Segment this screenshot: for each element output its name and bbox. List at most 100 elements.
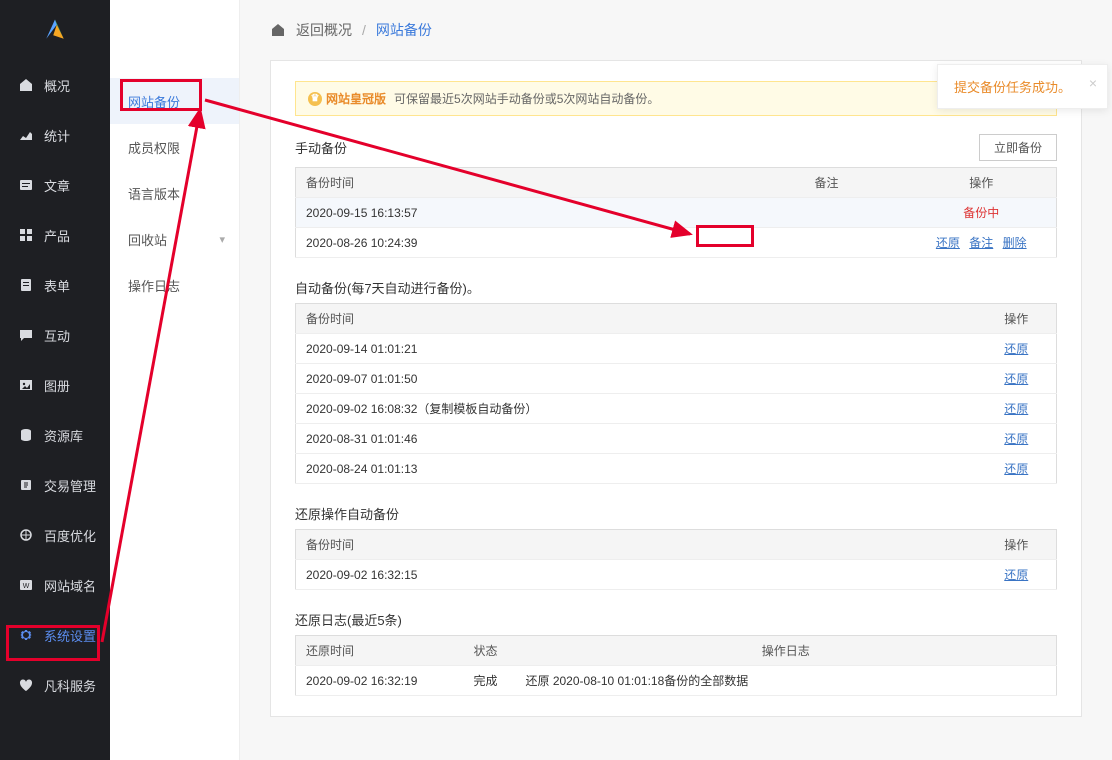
restore-link[interactable]: 还原 (1004, 402, 1028, 416)
subnav-oplog[interactable]: 操作日志 (110, 262, 239, 308)
nav-label: 资源库 (44, 426, 83, 445)
nav-interact[interactable]: 互动 (0, 310, 110, 360)
subnav-backup[interactable]: 网站备份 (110, 78, 239, 124)
article-icon (18, 177, 34, 193)
nav-label: 文章 (44, 176, 70, 195)
cell-time: 2020-09-14 01:01:21 (296, 334, 977, 364)
nav-form[interactable]: 表单 (0, 260, 110, 310)
breadcrumb: 返回概况 / 网站备份 (270, 20, 1082, 40)
cell-time: 2020-08-26 10:24:39 (296, 228, 747, 258)
nav-label: 统计 (44, 126, 70, 145)
backup-panel: ♛网站皇冠版 可保留最近5次网站手动备份或5次网站自动备份。 手动备份 立即备份… (270, 60, 1082, 717)
brand-logo-icon (41, 16, 69, 44)
manual-backup-table: 备份时间 备注 操作 2020-09-15 16:13:57 备份中 2020-… (295, 167, 1057, 258)
nav-resource[interactable]: 资源库 (0, 410, 110, 460)
secondary-sidebar: 网站备份 成员权限 语言版本 回收站 ▾ 操作日志 (110, 0, 240, 760)
nav-label: 网站域名 (44, 576, 96, 595)
table-row: 2020-09-02 16:32:19 完成 还原 2020-08-10 01:… (296, 666, 1057, 696)
table-row: 2020-08-26 10:24:39 还原 备注 删除 (296, 228, 1057, 258)
primary-nav-list: 概况 统计 文章 产品 表单 互动 图册 资源库 交易管理 百度优化 W 网站域名… (0, 60, 110, 760)
section-title: 还原操作自动备份 (295, 504, 399, 523)
crown-icon: ♛ (308, 92, 322, 106)
restore-link[interactable]: 还原 (1004, 568, 1028, 582)
restore-link[interactable]: 还原 (1004, 432, 1028, 446)
subnav-label: 回收站 (128, 230, 167, 249)
nav-article[interactable]: 文章 (0, 160, 110, 210)
restore-log-table: 还原时间 状态 操作日志 2020-09-02 16:32:19 完成 还原 2… (295, 635, 1057, 696)
restore-auto-table: 备份时间 操作 2020-09-02 16:32:15还原 (295, 529, 1057, 590)
th-time: 备份时间 (296, 168, 747, 198)
product-icon (18, 227, 34, 243)
svg-text:W: W (23, 583, 30, 590)
close-icon[interactable]: × (1089, 75, 1097, 91)
nav-overview[interactable]: 概况 (0, 60, 110, 110)
nav-label: 系统设置 (44, 626, 96, 645)
section-restore-auto: 还原操作自动备份 备份时间 操作 2020-09-02 16:32:15还原 (295, 504, 1057, 590)
note-link[interactable]: 备注 (969, 236, 993, 250)
info-text: 可保留最近5次网站手动备份或5次网站自动备份。 (394, 90, 659, 107)
seo-icon (18, 527, 34, 543)
nav-label: 概况 (44, 76, 70, 95)
subnav-label: 语言版本 (128, 184, 180, 203)
database-icon (18, 427, 34, 443)
nav-label: 交易管理 (44, 476, 96, 495)
cell-log: 还原 2020-08-10 01:01:18备份的全部数据 (516, 666, 1057, 696)
status-processing: 备份中 (963, 206, 999, 220)
nav-label: 百度优化 (44, 526, 96, 545)
th-note: 备注 (747, 168, 907, 198)
main-content: 返回概况 / 网站备份 ♛网站皇冠版 可保留最近5次网站手动备份或5次网站自动备… (240, 0, 1112, 760)
th-log: 操作日志 (516, 636, 1057, 666)
nav-label: 凡科服务 (44, 676, 96, 695)
nav-service[interactable]: 凡科服务 (0, 660, 110, 710)
table-row: 2020-09-07 01:01:50还原 (296, 364, 1057, 394)
table-row: 2020-08-24 01:01:13 还原 (296, 454, 1057, 484)
th-ops: 操作 (907, 168, 1057, 198)
section-manual-backup: 手动备份 立即备份 备份时间 备注 操作 2020-09-15 16:13:57… (295, 134, 1057, 258)
chat-icon (18, 327, 34, 343)
nav-gallery[interactable]: 图册 (0, 360, 110, 410)
breadcrumb-current: 网站备份 (376, 20, 432, 40)
nav-settings[interactable]: 系统设置 (0, 610, 110, 660)
backup-now-button[interactable]: 立即备份 (979, 134, 1057, 161)
cell-time: 2020-09-02 16:08:32（复制模板自动备份） (296, 394, 977, 424)
th-status: 状态 (456, 636, 516, 666)
section-title: 手动备份 (295, 138, 347, 157)
breadcrumb-sep: / (362, 22, 366, 38)
table-row: 2020-09-02 16:08:32（复制模板自动备份） 还原 (296, 394, 1057, 424)
logo (0, 0, 110, 60)
nav-domain[interactable]: W 网站域名 (0, 560, 110, 610)
nav-baidu[interactable]: 百度优化 (0, 510, 110, 560)
subnav-recycle[interactable]: 回收站 ▾ (110, 216, 239, 262)
cell-status: 完成 (456, 666, 516, 696)
restore-link[interactable]: 还原 (1004, 342, 1028, 356)
restore-link[interactable]: 还原 (1004, 462, 1028, 476)
restore-link[interactable]: 还原 (936, 236, 960, 250)
delete-link[interactable]: 删除 (1003, 236, 1027, 250)
primary-sidebar: 概况 统计 文章 产品 表单 互动 图册 资源库 交易管理 百度优化 W 网站域名… (0, 0, 110, 760)
toast-text: 提交备份任务成功。 (954, 80, 1071, 95)
subnav-language[interactable]: 语言版本 (110, 170, 239, 216)
subnav-members[interactable]: 成员权限 (110, 124, 239, 170)
chevron-down-icon: ▾ (219, 233, 225, 246)
th-ops: 操作 (977, 304, 1057, 334)
cell-time: 2020-08-31 01:01:46 (296, 424, 977, 454)
gear-icon (18, 627, 34, 643)
home-icon (18, 77, 34, 93)
nav-trade[interactable]: 交易管理 (0, 460, 110, 510)
nav-label: 图册 (44, 376, 70, 395)
nav-label: 表单 (44, 276, 70, 295)
section-title: 还原日志(最近5条) (295, 610, 402, 629)
section-auto-backup: 自动备份(每7天自动进行备份)。 备份时间 操作 2020-09-14 01:0… (295, 278, 1057, 484)
auto-backup-table: 备份时间 操作 2020-09-14 01:01:21还原 2020-09-07… (295, 303, 1057, 484)
nav-product[interactable]: 产品 (0, 210, 110, 260)
breadcrumb-back[interactable]: 返回概况 (296, 20, 352, 40)
section-title: 自动备份(每7天自动进行备份)。 (295, 278, 480, 297)
cell-time: 2020-08-24 01:01:13 (296, 454, 977, 484)
th-time: 备份时间 (296, 530, 977, 560)
th-ops: 操作 (977, 530, 1057, 560)
domain-icon: W (18, 577, 34, 593)
restore-link[interactable]: 还原 (1004, 372, 1028, 386)
form-icon (18, 277, 34, 293)
subnav-label: 操作日志 (128, 276, 180, 295)
nav-stats[interactable]: 统计 (0, 110, 110, 160)
